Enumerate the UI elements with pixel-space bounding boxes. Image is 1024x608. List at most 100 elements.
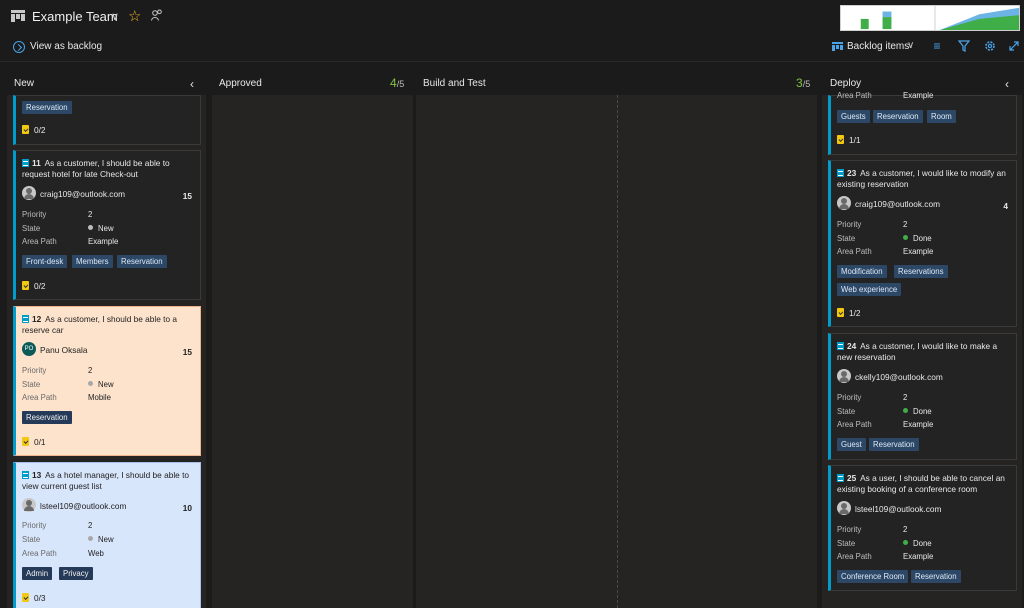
task-progress[interactable]: 1/2: [837, 308, 861, 318]
tag[interactable]: Members: [72, 255, 113, 268]
card-title[interactable]: 11 As a customer, I should be able to re…: [22, 158, 192, 180]
tag[interactable]: Reservation: [873, 110, 923, 123]
card-title[interactable]: 24 As a customer, I would like to make a…: [837, 341, 1007, 363]
priority-value[interactable]: 2: [88, 366, 92, 375]
collapse-column-icon[interactable]: ‹: [1005, 77, 1009, 91]
view-as-backlog-link[interactable]: View as backlog: [30, 41, 102, 52]
task-progress[interactable]: 0/2: [22, 281, 46, 291]
collapse-column-icon[interactable]: ‹: [190, 77, 194, 91]
state-value[interactable]: Done: [903, 234, 932, 243]
area-path-value[interactable]: Example: [88, 237, 118, 246]
card-title[interactable]: 23 As a customer, I would like to modify…: [837, 168, 1007, 190]
cumulative-flow-thumbnail[interactable]: [840, 5, 1020, 31]
state-dot: [903, 408, 908, 413]
work-item-card[interactable]: 13 As a hotel manager, I should be able …: [13, 462, 201, 608]
top-bar: Example Team ∨ ☆: [0, 0, 1024, 34]
work-item-card[interactable]: Area Path Example Guests Reservation Roo…: [828, 91, 1017, 155]
team-members-icon[interactable]: [151, 9, 163, 21]
card-title[interactable]: 13 As a hotel manager, I should be able …: [22, 470, 192, 492]
story-points[interactable]: 4: [1003, 201, 1008, 211]
tag[interactable]: Reservation: [117, 255, 167, 268]
state-value[interactable]: New: [88, 535, 114, 544]
chevron-down-icon[interactable]: ∨: [907, 40, 914, 51]
wip-count-build-and-test: 3/5: [796, 76, 811, 90]
tag[interactable]: Guests: [837, 110, 870, 123]
filter-icon[interactable]: [958, 40, 970, 52]
tag[interactable]: Reservation: [869, 438, 919, 451]
priority-value[interactable]: 2: [88, 521, 92, 530]
expand-icon[interactable]: [1008, 40, 1020, 52]
state-dot: [88, 381, 93, 386]
area-path-value[interactable]: Mobile: [88, 393, 111, 402]
gear-icon[interactable]: [984, 40, 996, 52]
assigned-to[interactable]: lsteel109@outlook.com: [40, 501, 126, 511]
chevron-down-icon[interactable]: ∨: [111, 10, 119, 23]
column-header-build-and-test: Build and Test: [423, 78, 486, 89]
area-path-value[interactable]: Example: [903, 247, 933, 256]
tag[interactable]: Room: [927, 110, 956, 123]
state-dot: [903, 235, 908, 240]
assigned-to[interactable]: lsteel109@outlook.com: [855, 504, 941, 514]
priority-value[interactable]: 2: [88, 210, 92, 219]
story-points[interactable]: 15: [183, 347, 192, 357]
area-path-value[interactable]: Example: [903, 552, 933, 561]
backlog-icon: [832, 42, 843, 51]
product-backlog-item-icon: [837, 169, 844, 177]
area-path-value[interactable]: Example: [903, 420, 933, 429]
priority-value[interactable]: 2: [903, 525, 907, 534]
card-title[interactable]: 12 As a customer, I should be able to a …: [22, 314, 192, 336]
task-icon: [22, 437, 29, 446]
tag[interactable]: Reservation: [911, 570, 961, 583]
story-points[interactable]: 15: [183, 191, 192, 201]
field-label-state: State: [22, 224, 41, 233]
tag[interactable]: Admin: [22, 567, 53, 580]
task-progress[interactable]: 0/2: [22, 125, 46, 135]
work-item-card[interactable]: 23 As a customer, I would like to modify…: [828, 160, 1017, 327]
priority-value[interactable]: 2: [903, 393, 907, 402]
work-item-card[interactable]: 12 As a customer, I should be able to a …: [13, 306, 201, 456]
task-progress[interactable]: 0/1: [22, 437, 46, 447]
task-icon: [837, 308, 844, 317]
tag[interactable]: Privacy: [59, 567, 93, 580]
settings-sliders-icon[interactable]: ≡: [931, 40, 943, 52]
priority-value[interactable]: 2: [903, 220, 907, 229]
tag[interactable]: Web experience: [837, 283, 902, 296]
field-label-state: State: [22, 380, 41, 389]
tag[interactable]: Modification: [837, 265, 887, 278]
task-icon: [22, 281, 29, 290]
tag[interactable]: Reservation: [22, 411, 72, 424]
state-value[interactable]: New: [88, 224, 114, 233]
avatar: [837, 369, 851, 383]
field-label-area-path: Area Path: [837, 91, 872, 100]
story-points[interactable]: 10: [183, 503, 192, 513]
task-progress[interactable]: 1/1: [837, 135, 861, 145]
task-progress[interactable]: 0/3: [22, 593, 46, 603]
work-item-card[interactable]: 25 As a user, I should be able to cancel…: [828, 465, 1017, 591]
avatar: [22, 498, 36, 512]
card-title[interactable]: 25 As a user, I should be able to cancel…: [837, 473, 1007, 495]
tag[interactable]: Guest: [837, 438, 866, 451]
assigned-to[interactable]: ckelly109@outlook.com: [855, 372, 943, 382]
tag[interactable]: Front-desk: [22, 255, 68, 268]
state-value[interactable]: Done: [903, 539, 932, 548]
star-icon[interactable]: ☆: [128, 7, 141, 25]
assigned-to[interactable]: Panu Oksala: [40, 345, 88, 355]
work-item-card[interactable]: 11 As a customer, I should be able to re…: [13, 150, 201, 300]
area-path-value[interactable]: Example: [903, 91, 933, 100]
state-value[interactable]: Done: [903, 407, 932, 416]
tag[interactable]: Reservation: [22, 101, 72, 114]
backlog-level-selector[interactable]: Backlog items: [847, 41, 909, 52]
assigned-to[interactable]: craig109@outlook.com: [40, 189, 125, 199]
tag[interactable]: Conference Room: [837, 570, 909, 583]
state-value[interactable]: New: [88, 380, 114, 389]
field-label-area-path: Area Path: [22, 393, 57, 402]
area-path-value[interactable]: Web: [88, 549, 104, 558]
navigate-icon[interactable]: [13, 41, 25, 53]
tag[interactable]: Reservations: [894, 265, 948, 278]
assigned-to[interactable]: craig109@outlook.com: [855, 199, 940, 209]
work-item-card[interactable]: Reservation 0/2: [13, 95, 201, 145]
task-icon: [22, 593, 29, 602]
team-name[interactable]: Example Team: [32, 9, 118, 24]
task-icon: [22, 125, 29, 134]
work-item-card[interactable]: 24 As a customer, I would like to make a…: [828, 333, 1017, 460]
